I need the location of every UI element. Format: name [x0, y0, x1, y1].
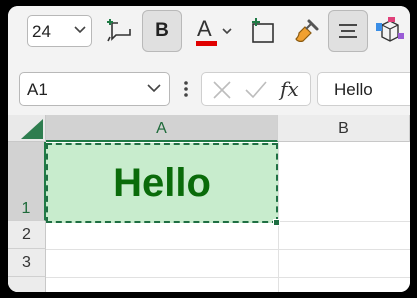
more-options-icon[interactable] [182, 78, 190, 100]
gridline [278, 142, 279, 292]
row-header-1[interactable]: 1 [8, 142, 46, 221]
chevron-down-icon [74, 26, 86, 34]
format-painter-icon[interactable] [291, 15, 327, 49]
insert-box-icon[interactable] [246, 15, 282, 49]
cell-a1[interactable]: Hello [46, 143, 278, 223]
ribbon: 24 B A [8, 6, 410, 62]
insert-function-button[interactable]: fx [280, 77, 299, 101]
enter-check-icon[interactable] [244, 80, 268, 100]
chevron-down-icon [147, 84, 161, 93]
name-box-value: A1 [27, 80, 48, 99]
column-header-b[interactable]: B [278, 115, 410, 142]
bold-button[interactable]: B [142, 10, 182, 52]
formula-buttons: fx [201, 72, 311, 106]
font-size-value: 24 [32, 22, 51, 41]
font-color-letter: A [197, 16, 212, 41]
align-center-icon [339, 24, 357, 38]
font-color-dropdown[interactable] [221, 22, 235, 38]
fill-handle[interactable] [273, 219, 280, 226]
font-color-button[interactable]: A [194, 15, 220, 49]
name-box[interactable]: A1 [19, 72, 170, 106]
select-all-triangle-icon [21, 119, 43, 139]
gridline [46, 277, 410, 278]
align-center-button[interactable] [328, 10, 368, 52]
cancel-icon[interactable] [212, 80, 232, 100]
formula-content: Hello [334, 80, 373, 99]
font-color-swatch [196, 41, 217, 46]
gridline [46, 249, 410, 250]
row-header-4[interactable] [8, 277, 46, 292]
cube-icon[interactable] [374, 15, 410, 49]
row-header-2[interactable]: 2 [8, 221, 46, 249]
column-header-a[interactable]: A [46, 115, 278, 142]
font-size-dropdown[interactable]: 24 [27, 15, 92, 47]
chevron-down-icon [222, 28, 232, 35]
row-header-3[interactable]: 3 [8, 249, 46, 277]
formula-input[interactable]: Hello [317, 72, 410, 106]
excel-window: 24 B A A1 fx Hello A B 1 2 3 Hello [8, 6, 410, 292]
worksheet-grid: A B 1 2 3 Hello [8, 115, 410, 292]
new-comment-icon[interactable] [104, 15, 140, 49]
select-all-button[interactable] [8, 115, 46, 142]
